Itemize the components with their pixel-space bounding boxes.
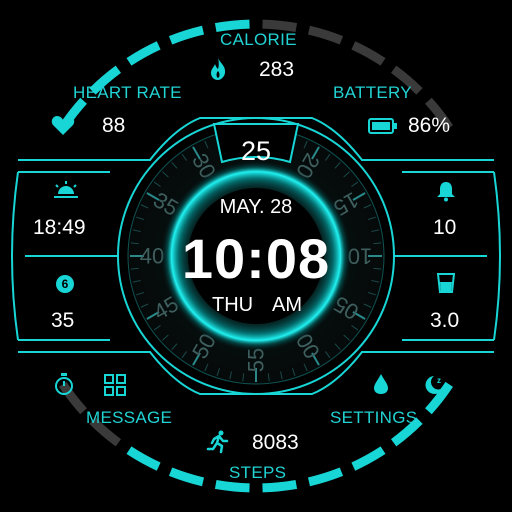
sunrise-time: 18:49 — [33, 216, 86, 239]
battery-value: 86% — [408, 114, 451, 137]
progress-segment — [126, 446, 161, 471]
battery-icon — [368, 118, 397, 134]
complication-left-value: 35 — [51, 309, 75, 332]
battery-label: BATTERY — [333, 83, 412, 102]
steps-value: 8083 — [252, 431, 299, 454]
sunrise-icon — [54, 181, 78, 198]
notifications-count: 10 — [433, 216, 457, 239]
day-display: THU — [212, 294, 254, 316]
progress-segment — [168, 25, 205, 45]
flame-icon — [211, 58, 226, 80]
progress-segment — [351, 446, 386, 471]
drop-icon[interactable] — [372, 372, 390, 396]
progress-segment — [262, 19, 298, 32]
message-shortcut[interactable]: MESSAGE — [86, 408, 172, 428]
progress-segment — [307, 25, 344, 45]
water-value: 3.0 — [430, 309, 460, 332]
progress-segment — [126, 41, 161, 66]
steps-label: STEPS — [229, 463, 287, 482]
seconds-display: 25 — [240, 136, 272, 166]
progress-segment — [262, 480, 298, 493]
running-icon — [206, 430, 229, 454]
progress-segment — [214, 480, 250, 493]
ampm-display: AM — [272, 294, 302, 316]
progress-segment — [307, 467, 344, 487]
heart-icon — [51, 116, 75, 135]
svg-text:z: z — [437, 376, 441, 385]
coin-badge-number: 6 — [61, 277, 69, 291]
date-display: MAY. 28 — [219, 196, 293, 218]
progress-segment — [168, 467, 205, 487]
progress-segment — [214, 19, 250, 32]
glass-icon — [436, 273, 456, 293]
heart-rate-value: 88 — [102, 114, 126, 137]
stopwatch-icon[interactable] — [53, 372, 75, 396]
calorie-label: CALORIE — [220, 30, 297, 49]
progress-segment — [351, 41, 386, 66]
sleep-icon[interactable]: z — [422, 374, 446, 396]
settings-shortcut[interactable]: SETTINGS — [330, 408, 417, 428]
time-display[interactable]: 10:08 — [176, 226, 336, 291]
calorie-value: 283 — [259, 58, 295, 81]
bell-icon — [437, 182, 455, 202]
heart-rate-label: HEART RATE — [73, 83, 182, 102]
apps-grid-icon[interactable] — [104, 374, 126, 396]
